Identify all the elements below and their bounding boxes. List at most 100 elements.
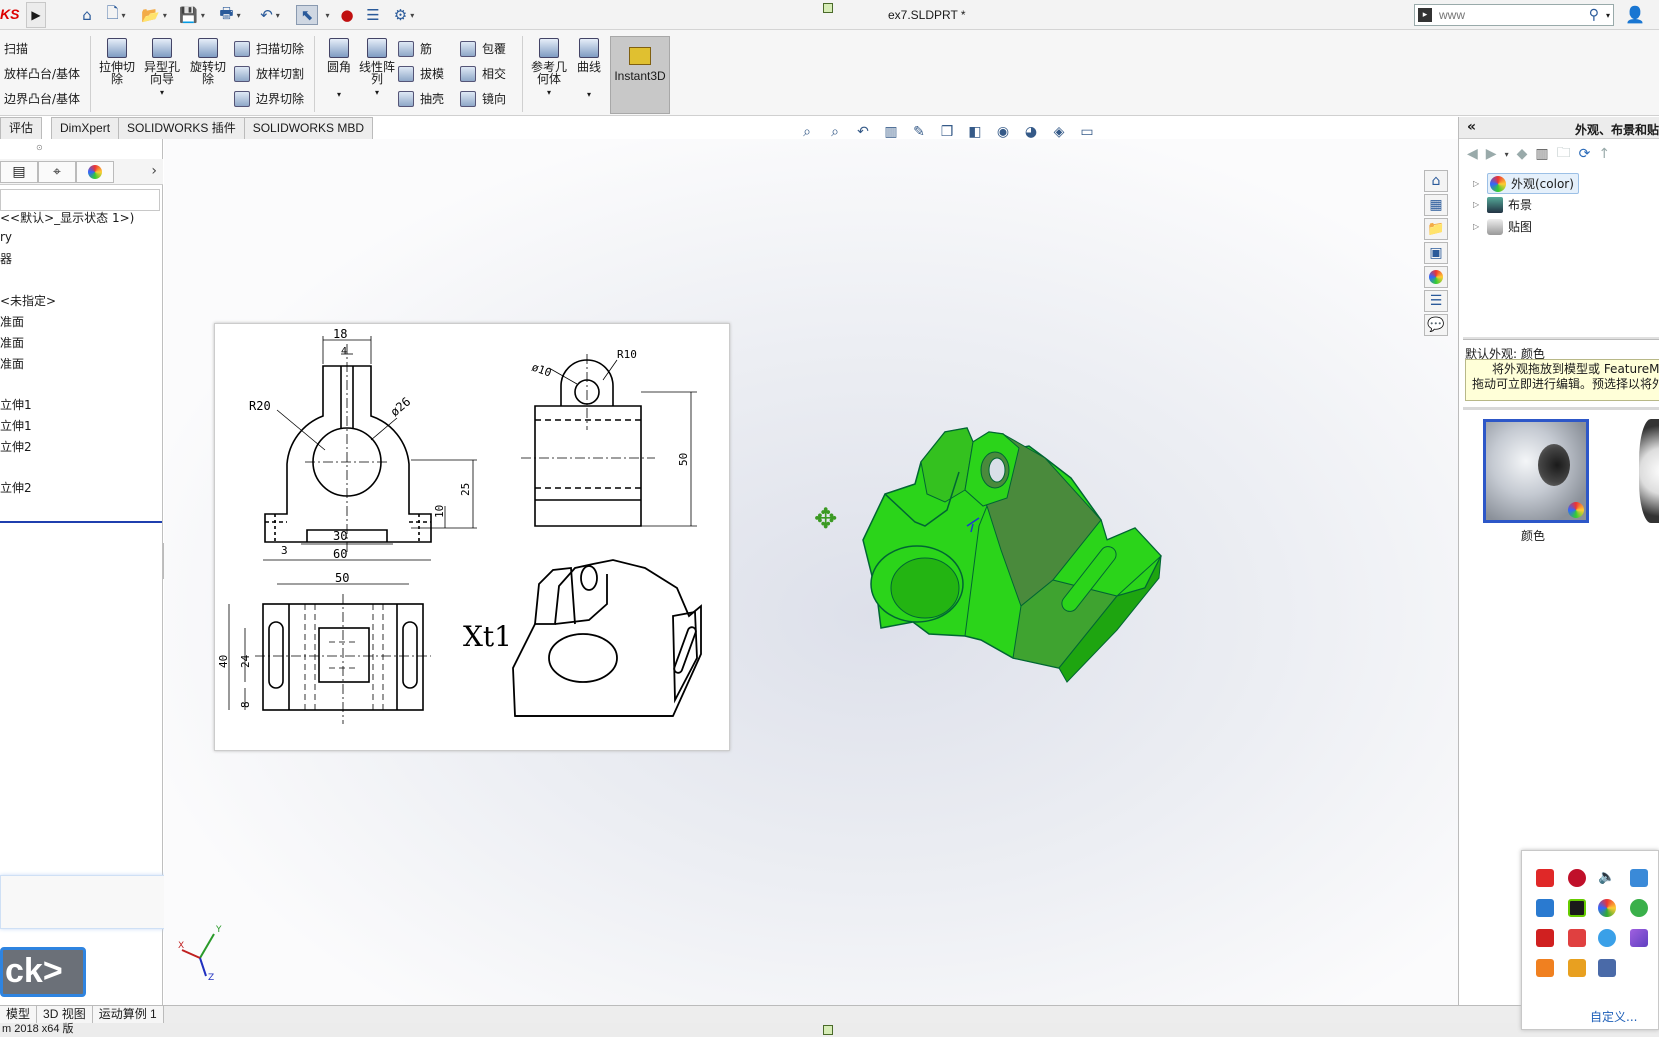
apply-scene-icon[interactable]: ◈ <box>1050 123 1068 141</box>
hide-show-icon[interactable]: ◉ <box>994 123 1012 141</box>
tree-item-extrude1a[interactable]: 立伸1 <box>0 396 32 413</box>
tree-item-extrude1b[interactable]: 立伸1 <box>0 417 32 434</box>
file-explorer-icon[interactable]: 📁 <box>1424 218 1448 240</box>
collapse-task-pane-icon[interactable]: « <box>1467 119 1476 135</box>
appearances-icon[interactable] <box>1424 266 1448 288</box>
tree-item-history[interactable]: ry <box>0 230 12 244</box>
property-manager-tab-icon[interactable]: ▤ <box>0 161 38 183</box>
chrome-icon[interactable] <box>1598 899 1616 917</box>
wrap-button[interactable]: 包覆 <box>460 40 506 57</box>
tray-app-icon[interactable] <box>1568 929 1586 947</box>
nvidia-icon[interactable] <box>1568 899 1586 917</box>
tray-app-icon[interactable] <box>1536 869 1554 887</box>
pane-splitter[interactable] <box>1463 337 1659 340</box>
view-palette-icon[interactable]: ▣ <box>1424 242 1448 264</box>
tab-motion-study[interactable]: 运动算例 1 <box>92 1006 164 1023</box>
tree-node-scene[interactable]: ▷ 布景 <box>1473 196 1532 213</box>
forward-icon[interactable]: ▶ <box>1486 146 1497 162</box>
options-button[interactable]: ⚙ ▾ <box>388 5 420 25</box>
tree-item-extrude2a[interactable]: 立伸2 <box>0 438 32 455</box>
boundary-boss-button[interactable]: 边界凸台/基体 <box>4 90 80 107</box>
display-manager-tab-icon[interactable] <box>76 161 114 183</box>
select-tool-button[interactable]: ⬉ <box>296 5 318 25</box>
view-settings-icon[interactable]: ▭ <box>1078 123 1096 141</box>
refresh-icon[interactable]: ⟳ <box>1579 146 1591 162</box>
previous-view-icon[interactable]: ↶ <box>854 123 872 141</box>
display-style-icon[interactable]: ◧ <box>966 123 984 141</box>
tree-item-right-plane[interactable]: 准面 <box>0 355 24 372</box>
tray-app-icon[interactable] <box>1598 929 1616 947</box>
wechat-icon[interactable] <box>1630 899 1648 917</box>
new-document-button[interactable]: 🗋 ▾ <box>102 4 130 25</box>
search-input[interactable] <box>1439 7 1569 23</box>
section-view-icon[interactable]: ▥ <box>882 123 900 141</box>
hole-wizard-button[interactable]: 异型孔 向导 ▾ <box>139 38 185 99</box>
tab-dimxpert[interactable]: DimXpert <box>51 117 120 139</box>
color-swatch-thumbnail[interactable] <box>1483 419 1589 523</box>
expand-icon[interactable]: ▷ <box>1473 179 1487 188</box>
command-search-icon[interactable]: ▸ <box>1418 8 1432 22</box>
tree-item-sensors[interactable]: 器 <box>0 250 12 267</box>
search-icon[interactable]: ⚲ <box>1589 7 1599 23</box>
mirror-button[interactable]: 镜向 <box>460 90 506 107</box>
custom-properties-icon[interactable]: ☰ <box>1424 290 1448 312</box>
menu-expand-arrow-icon[interactable]: ▶ <box>26 2 46 28</box>
rib-button[interactable]: 筋 <box>398 40 432 57</box>
tab-evaluate[interactable]: 评估 <box>0 117 43 139</box>
back-icon[interactable]: ◀ <box>1467 146 1478 162</box>
tree-item-extrude2b[interactable]: 立伸2 <box>0 479 32 496</box>
appearance-node[interactable]: 外观(color) <box>1487 173 1579 194</box>
new-folder-icon[interactable]: 🗀 <box>1557 142 1571 166</box>
tray-app-icon[interactable] <box>1598 959 1616 977</box>
file-properties-button[interactable]: ☰ <box>362 5 384 25</box>
intersect-button[interactable]: 相交 <box>460 65 506 82</box>
rollback-bar[interactable] <box>0 521 162 523</box>
tab-addins[interactable]: SOLIDWORKS 插件 <box>118 117 245 139</box>
rebuild-button[interactable]: ● <box>338 5 356 25</box>
tab-3d-view[interactable]: 3D 视图 <box>37 1006 93 1023</box>
tab-model[interactable]: 模型 <box>0 1006 38 1023</box>
linear-pattern-button[interactable]: 线性阵 列 ▾ <box>354 38 400 99</box>
tray-app-icon[interactable] <box>1568 959 1586 977</box>
edit-appearance-icon[interactable]: ◕ <box>1022 123 1040 141</box>
forum-icon[interactable]: 💬 <box>1424 314 1448 336</box>
tree-filter-field[interactable] <box>0 189 160 211</box>
search-box[interactable]: ▸ ⚲ ▾ <box>1414 4 1614 26</box>
zoom-to-fit-icon[interactable]: ⌕ <box>798 123 816 141</box>
view-orientation-icon[interactable]: ❒ <box>938 123 956 141</box>
curves-button[interactable]: 曲线 ▾ <box>566 38 612 101</box>
tree-item-front-plane[interactable]: 准面 <box>0 313 24 330</box>
back-button[interactable]: ck> <box>0 947 86 997</box>
save-button[interactable]: 💾 ▾ <box>176 5 208 25</box>
extruded-cut-button[interactable]: 拉伸切 除 <box>94 38 140 85</box>
tree-node-appearance[interactable]: ▷ 外观(color) <box>1473 173 1579 194</box>
tray-app-icon[interactable] <box>1536 959 1554 977</box>
tree-item-display-state[interactable]: <<默认>_显示状态 1>) <box>0 209 134 226</box>
tree-node-decals[interactable]: ▷ 贴图 <box>1473 218 1532 235</box>
user-account-icon[interactable]: 👤 <box>1625 5 1645 24</box>
tab-mbd[interactable]: SOLIDWORKS MBD <box>243 117 374 139</box>
print-button[interactable]: 🖶 ▾ <box>214 4 246 25</box>
undo-button[interactable]: ↶ ▾ <box>254 5 286 25</box>
home-icon[interactable]: ⌂ <box>76 5 98 25</box>
revolved-cut-button[interactable]: 旋转切 除 <box>185 38 231 85</box>
expand-icon[interactable]: ▷ <box>1473 200 1487 209</box>
second-swatch-thumbnail[interactable] <box>1639 419 1659 523</box>
history-dropdown-icon[interactable]: ▾ <box>1505 150 1509 159</box>
configuration-manager-tab-icon[interactable]: ⌖ <box>38 161 76 183</box>
up-level-icon[interactable]: ↑ <box>1598 146 1610 162</box>
tree-item-top-plane[interactable]: 准面 <box>0 334 24 351</box>
volume-icon[interactable]: 🔈 <box>1598 869 1616 887</box>
part-model[interactable] <box>855 410 1195 713</box>
customize-link[interactable]: 自定义... <box>1590 1008 1637 1025</box>
open-document-button[interactable]: 📂 ▾ <box>138 5 170 25</box>
sweep-boss-button[interactable]: 扫描 <box>4 40 28 57</box>
tray-app-icon[interactable] <box>1630 929 1648 947</box>
design-library-icon[interactable]: ▦ <box>1424 194 1448 216</box>
library-icon[interactable]: ▥ <box>1535 146 1548 162</box>
pane-splitter-2[interactable] <box>1463 407 1659 410</box>
shell-button[interactable]: 抽壳 <box>398 90 444 107</box>
lofted-cut-button[interactable]: 放样切割 <box>234 65 304 82</box>
solidworks-resources-icon[interactable]: ⌂ <box>1424 170 1448 192</box>
tray-app-icon[interactable] <box>1630 869 1648 887</box>
